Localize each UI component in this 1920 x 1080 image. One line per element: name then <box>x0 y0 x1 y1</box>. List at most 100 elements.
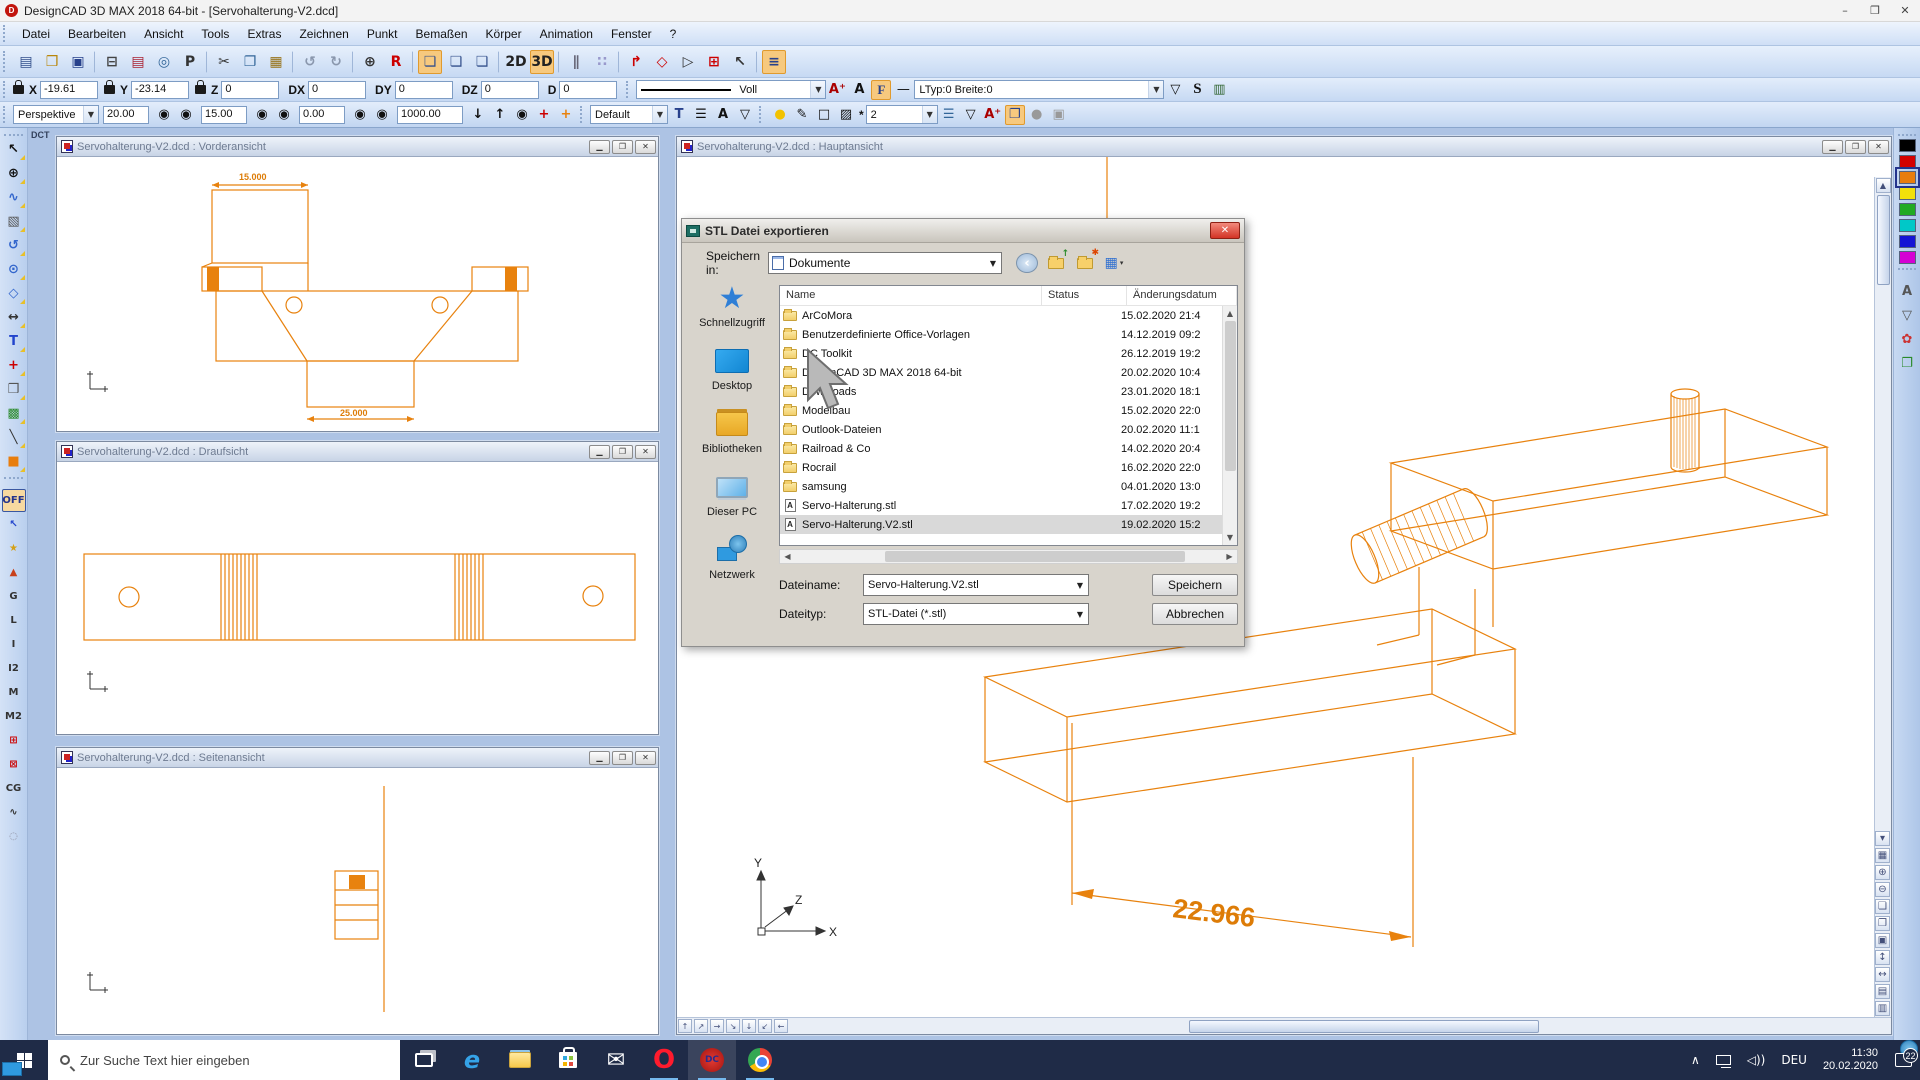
scroll-down-icon[interactable]: ▾ <box>1875 831 1890 846</box>
menu-item[interactable]: Ansicht <box>135 24 192 44</box>
swatch-black[interactable] <box>1899 139 1916 152</box>
place-item[interactable]: Bibliotheken <box>688 409 776 455</box>
sep[interactable] <box>756 51 758 73</box>
menu-item[interactable]: Punkt <box>358 24 407 44</box>
line-tool[interactable]: ╲ <box>2 426 26 449</box>
file-row[interactable]: A Railroad & Co 14.02.2020 20:4 <box>780 439 1222 458</box>
group-tool[interactable]: ❒ <box>2 378 26 401</box>
snap-gravity[interactable]: G <box>2 585 26 608</box>
view-menu-button[interactable]: ▦ ▾ <box>1103 253 1125 273</box>
layer-lock-icon[interactable]: ▣ <box>1049 105 1069 125</box>
lock-icon[interactable] <box>195 85 206 94</box>
viewport-top-canvas[interactable] <box>57 462 658 734</box>
snap-intersect-1[interactable]: I <box>2 633 26 656</box>
tray-chevron-icon[interactable]: ∧ <box>1683 1053 1708 1067</box>
scroll-down-icon[interactable]: ▼ <box>1223 530 1238 545</box>
file-row[interactable]: A Servo-Halterung.V2.stl 19.02.2020 15:2 <box>780 515 1222 534</box>
coord-input[interactable]: 0 <box>221 81 279 99</box>
menu-item[interactable]: Bearbeiten <box>59 24 135 44</box>
coord-input[interactable]: 0 <box>559 81 617 99</box>
move-down-icon[interactable]: ↓ <box>468 105 488 125</box>
snap-circle[interactable]: ◌ <box>2 825 26 848</box>
parallel-icon[interactable]: ∥ <box>564 50 588 74</box>
lock-icon[interactable] <box>13 85 24 94</box>
move-tool[interactable]: ⊕ <box>2 162 26 185</box>
viewport-front-titlebar[interactable]: Servohalterung-V2.dcd : Vorderansicht ▁ … <box>57 137 658 157</box>
file-list-scrollbar[interactable]: ▲ ▼ <box>1222 306 1237 545</box>
save-button[interactable]: Speichern <box>1152 574 1238 596</box>
viewport-side-canvas[interactable] <box>57 768 658 1034</box>
redo-icon[interactable]: ↻ <box>324 50 348 74</box>
toolbar-grip[interactable] <box>4 477 23 485</box>
camera-roll-right-icon[interactable]: ◉ <box>372 105 392 125</box>
nav-down-right[interactable]: ↘ <box>726 1019 740 1033</box>
snap-off-button[interactable]: OFF <box>2 489 26 512</box>
move-up-icon[interactable]: ↑ <box>490 105 510 125</box>
pick-icon[interactable]: ▷ <box>676 50 700 74</box>
clock[interactable]: 11:30 20.02.2020 <box>1815 1047 1886 1073</box>
place-item[interactable]: Netzwerk <box>688 535 776 581</box>
file-list-hscrollbar[interactable]: ◀ ▶ <box>779 549 1238 564</box>
viewport-minimize-button[interactable]: ▁ <box>589 140 610 154</box>
menu-item[interactable]: Körper <box>477 24 531 44</box>
close-button[interactable]: ✕ <box>1890 0 1920 21</box>
network-icon[interactable] <box>1708 1055 1739 1065</box>
swatch-blue[interactable] <box>1899 235 1916 248</box>
coord-input[interactable]: -23.14 <box>131 81 189 99</box>
column-status[interactable]: Status <box>1042 286 1127 305</box>
viewport-minimize-button[interactable]: ▁ <box>589 751 610 765</box>
file-row[interactable]: A samsung 04.01.2020 13:0 <box>780 477 1222 496</box>
dialog-close-button[interactable]: ✕ <box>1210 222 1240 239</box>
box-tool[interactable]: ▧ <box>2 210 26 233</box>
text-plus-icon[interactable]: A⁺ <box>983 105 1003 125</box>
open-folder-icon[interactable]: ❒ <box>40 50 64 74</box>
sep[interactable] <box>558 51 560 73</box>
sep[interactable] <box>618 51 620 73</box>
handles-icon[interactable]: ⊞ <box>702 50 726 74</box>
swatch-green[interactable] <box>1899 203 1916 216</box>
zoom-previous-icon[interactable]: ❐ <box>1875 916 1890 931</box>
toolbar-grip[interactable] <box>3 106 8 124</box>
dropdown-arrow-icon[interactable]: ▼ <box>1148 81 1163 98</box>
dropdown-arrow-icon[interactable]: ▼ <box>810 81 825 98</box>
viewport-main-titlebar[interactable]: Servohalterung-V2.dcd : Hauptansicht ▁ ❐… <box>677 137 1891 157</box>
hatch-tool[interactable]: ▩ <box>2 402 26 425</box>
opera-icon[interactable]: O <box>640 1040 688 1080</box>
pointer-icon[interactable]: ↖ <box>728 50 752 74</box>
save-icon[interactable]: ▣ <box>66 50 90 74</box>
nav-right[interactable]: → <box>710 1019 724 1033</box>
snap-grid-2[interactable]: ⊠ <box>2 753 26 776</box>
scroll-right-icon[interactable]: ▶ <box>1222 552 1237 561</box>
new-file-icon[interactable]: ▤ <box>14 50 38 74</box>
menu-item[interactable]: Bemaßen <box>407 24 477 44</box>
pages-icon[interactable]: ❐ <box>1005 105 1025 125</box>
layer-up-icon[interactable]: ❐ <box>1895 352 1919 375</box>
swatch-red[interactable] <box>1899 155 1916 168</box>
sep[interactable] <box>292 51 294 73</box>
chrome-icon[interactable] <box>736 1040 784 1080</box>
rotate-tool[interactable]: ↺ <box>2 234 26 257</box>
zoom-fit-icon[interactable]: ▣ <box>1875 933 1890 948</box>
dialog-titlebar[interactable]: STL Datei exportieren ✕ <box>682 219 1244 243</box>
workplane-2-icon[interactable]: ❏ <box>444 50 468 74</box>
pan-cross-icon[interactable]: + <box>534 105 554 125</box>
swatch-orange[interactable] <box>1899 171 1916 184</box>
viewport-top-titlebar[interactable]: Servohalterung-V2.dcd : Draufsicht ▁ ❐ ✕ <box>57 442 658 462</box>
scrollbar-thumb[interactable] <box>885 551 1185 562</box>
dropdown-arrow-icon[interactable]: ▼ <box>83 106 98 123</box>
layer-filter-icon[interactable]: ▽ <box>961 105 981 125</box>
coord-input[interactable]: 0 <box>395 81 453 99</box>
volume-icon[interactable]: ◁)) <box>1739 1053 1774 1067</box>
back-button[interactable]: ‹ <box>1016 253 1038 273</box>
palette-icon[interactable]: ✿ <box>1895 328 1919 351</box>
menu-item[interactable]: Datei <box>13 24 59 44</box>
save-in-select[interactable]: Dokumente ▼ <box>768 252 1002 274</box>
sep[interactable] <box>412 51 414 73</box>
file-row[interactable]: A Servo-Halterung.stl 17.02.2020 19:2 <box>780 496 1222 515</box>
font-toggle-button[interactable]: F <box>871 80 891 100</box>
pan-center-icon[interactable]: + <box>556 105 576 125</box>
viewport-close-button[interactable]: ✕ <box>635 751 656 765</box>
view-mode-select[interactable]: Perspektive ▼ <box>13 105 99 124</box>
nav-up[interactable]: ↑ <box>678 1019 692 1033</box>
column-name[interactable]: Name <box>780 286 1042 305</box>
